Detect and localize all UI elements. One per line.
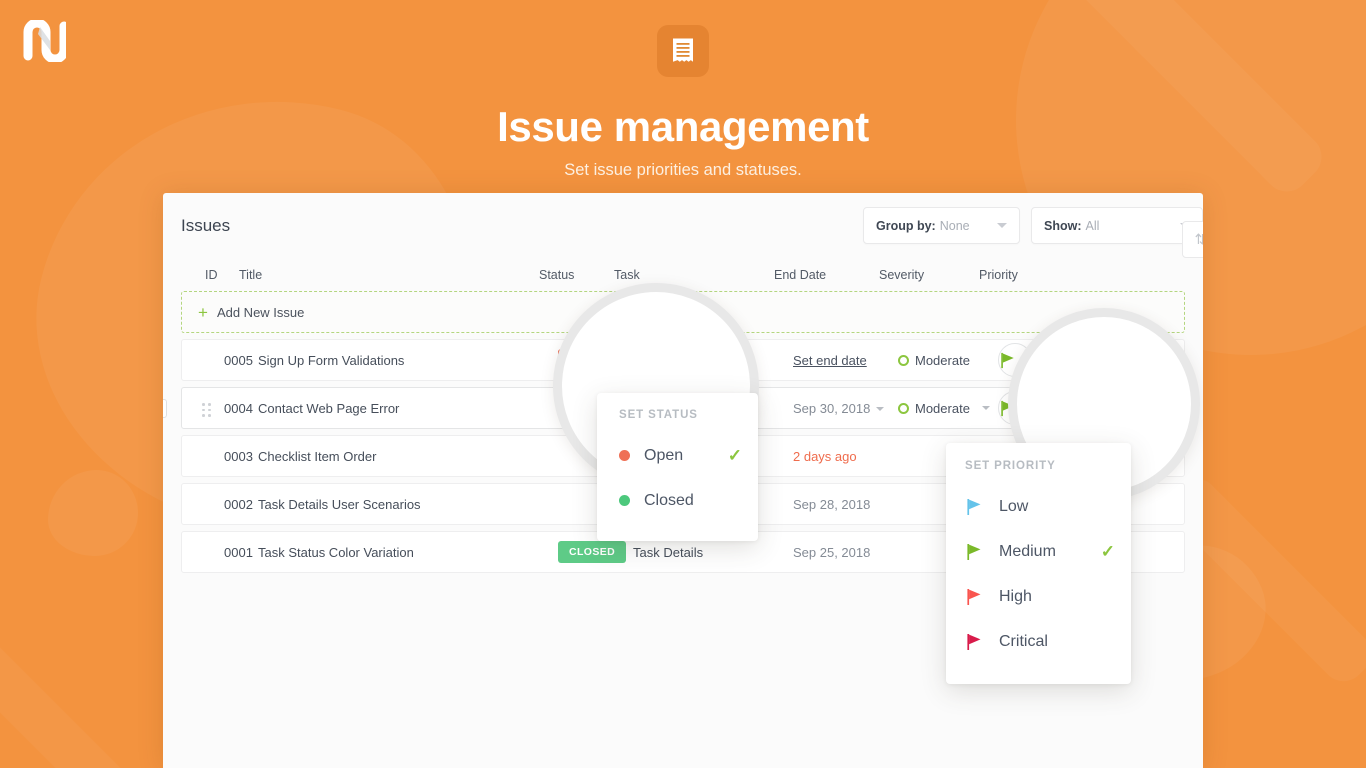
cell-priority[interactable] [998,343,1093,377]
status-badge[interactable]: CLOSED [558,541,627,563]
chevron-down-icon [997,223,1007,228]
status-badge[interactable]: OPEN [558,349,612,371]
show-select[interactable]: Show: All [1031,207,1203,244]
cell-end-date[interactable]: 2 days ago [793,449,898,464]
priority-option-medium[interactable]: Medium ✓ [946,529,1131,574]
table-row[interactable]: 0005 Sign Up Form Validations OPEN Task Set … [181,339,1185,381]
set-priority-heading: SET PRIORITY [965,460,1056,472]
cell-id: 0002 [224,496,253,512]
set-end-date-link[interactable]: Set end date [793,353,867,368]
add-new-issue-button[interactable]: + Add New Issue [181,291,1185,333]
priority-option-low[interactable]: Low [946,484,1131,529]
task-value: Task Details [633,544,704,560]
severity-dot-icon [898,402,909,414]
column-header-task: Task [614,268,640,282]
column-header-status: Status [539,268,575,282]
cell-title: Checklist Item Order [258,448,377,464]
cell-task[interactable]: Task [633,353,793,368]
cell-title: Task Status Color Variation [258,544,414,560]
card-header: Issues Group by: None Show: All ⇅ [163,193,1203,259]
severity-dot-icon [898,354,909,366]
status-dot-closed-icon [619,495,630,506]
group-by-label: Group by: [876,218,936,233]
cell-severity[interactable]: Moderate [898,401,998,416]
set-status-heading: SET STATUS [619,409,698,421]
cell-id: 0003 [224,448,253,464]
card-title: Issues [181,216,231,235]
cell-title: Task Details User Scenarios [258,496,421,512]
add-new-issue-label: Add New Issue [216,304,305,320]
check-icon: ✓ [1100,542,1115,561]
table-header-row: ID Title Status Task End Date Severity P… [163,259,1203,291]
cell-severity[interactable]: Moderate [898,353,998,368]
cell-title: Contact Web Page Error [258,400,400,416]
cell-end-date[interactable]: Sep 28, 2018 [793,497,898,512]
cell-title: Sign Up Form Validations [258,352,405,368]
end-date-value: Sep 25, 2018 [793,544,871,560]
drag-handle-icon[interactable] [202,403,211,417]
end-date-value: 2 days ago [793,448,857,464]
priority-option-label: Low [999,497,1029,515]
status-option-label: Open [644,446,684,464]
status-dot-open-icon [619,450,630,461]
group-by-select[interactable]: Group by: None [863,207,1020,244]
cell-end-date[interactable]: Sep 25, 2018 [793,545,898,560]
show-label: Show: [1044,218,1082,233]
task-link[interactable]: Task [633,353,660,368]
column-header-priority: Priority [979,268,1018,282]
cell-status[interactable]: CLOSED [558,541,633,563]
page-subtitle: Set issue priorities and statuses. [564,161,802,179]
cell-priority[interactable] [998,391,1093,425]
status-option-open[interactable]: Open ✓ [597,433,758,478]
severity-value: Moderate [915,400,970,416]
set-status-popover: SET STATUS Open ✓ Closed [597,393,758,541]
cell-status[interactable]: OPEN [558,349,633,371]
cell-id: 0005 [224,352,253,368]
plus-icon: + [198,302,208,322]
end-date-value: Sep 28, 2018 [793,496,871,512]
priority-option-label: Medium [999,542,1056,560]
end-date-value: Sep 30, 2018 [793,400,871,416]
group-by-value: None [939,218,970,233]
cell-end-date[interactable]: Sep 30, 2018 [793,401,898,416]
cell-task[interactable]: Task Details [633,545,793,560]
page-title: Issue management [497,103,869,150]
set-priority-popover: SET PRIORITY Low Medium ✓ High Critical [946,443,1131,684]
cell-end-date[interactable]: Set end date [793,353,898,368]
column-header-title: Title [239,268,263,282]
check-icon: ✓ [727,446,742,465]
chevron-down-icon [876,407,885,412]
sort-button[interactable]: ⇅ [1182,221,1203,258]
brand-logo-icon [22,18,69,64]
chevron-down-icon [981,406,990,410]
priority-option-label: High [999,587,1032,605]
column-header-id: ID [205,268,218,282]
show-value: All [1085,218,1100,233]
priority-flag-button[interactable] [998,391,1032,425]
status-option-label: Closed [644,491,694,509]
receipt-icon [657,25,709,77]
sort-arrow-icon: ⇅ [1194,231,1203,247]
header-controls: Group by: None Show: All ⇅ [863,207,1203,258]
status-option-closed[interactable]: Closed [597,478,758,523]
severity-value: Moderate [915,352,970,368]
hero-section: Issue management Set issue priorities an… [0,0,1366,180]
decor-blob-small-left [48,470,138,556]
priority-option-critical[interactable]: Critical [946,619,1131,664]
column-header-severity: Severity [879,268,925,282]
row-checkbox[interactable] [163,399,167,418]
cell-id: 0001 [224,544,253,560]
priority-option-label: Critical [999,632,1048,650]
priority-flag-button[interactable] [998,343,1032,377]
column-header-end-date: End Date [774,268,827,282]
decor-streak-bottom-left [0,625,141,768]
priority-option-high[interactable]: High [946,574,1131,619]
